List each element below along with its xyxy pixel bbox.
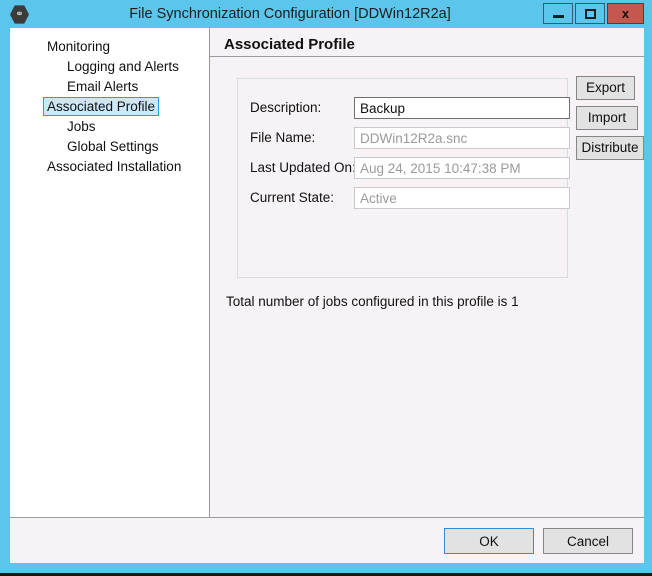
sidebar-item-label: Email Alerts — [67, 79, 139, 94]
title-bar[interactable]: ⚭ File Synchronization Configuration [DD… — [0, 0, 652, 28]
navigation-tree[interactable]: Monitoring Logging and Alerts Email Alerts… — [10, 28, 210, 517]
sidebar-item-jobs[interactable]: Jobs — [10, 116, 209, 136]
minimize-button[interactable] — [543, 3, 573, 24]
sidebar-item-global-settings[interactable]: Global Settings — [10, 136, 209, 156]
sidebar-item-monitoring[interactable]: Monitoring — [10, 36, 209, 56]
sidebar-item-logging-and-alerts[interactable]: Logging and Alerts — [10, 56, 209, 76]
field-label: Last Updated On: — [250, 160, 356, 175]
profile-groupbox: Description: File Name: Last Updated On: Cu… — [237, 78, 570, 278]
footer-bar: OK Cancel — [10, 518, 644, 563]
sidebar-item-associated-installation[interactable]: Associated Installation — [10, 156, 209, 176]
field-label: Description: — [250, 100, 322, 115]
close-icon: x — [621, 6, 630, 21]
maximize-icon — [584, 8, 596, 19]
field-row: File Name: — [250, 127, 570, 149]
minimize-icon — [552, 15, 564, 18]
dialog-window: ⚭ File Synchronization Configuration [DD… — [0, 0, 652, 576]
client-area: Monitoring Logging and Alerts Email Alerts… — [10, 28, 644, 563]
distribute-button[interactable]: Distribute — [576, 136, 644, 160]
sidebar-item-label: Logging and Alerts — [67, 59, 179, 74]
field-input-last-updated-on — [354, 157, 570, 179]
field-row: Description: — [250, 97, 570, 119]
export-button[interactable]: Export — [576, 76, 635, 100]
sidebar-item-label: Associated Profile — [43, 97, 160, 116]
close-button[interactable]: x — [607, 3, 644, 24]
content-pane: Associated Profile Description: File Name… — [210, 28, 644, 517]
sidebar-item-label: Monitoring — [47, 39, 111, 54]
maximize-button[interactable] — [575, 3, 605, 24]
title-divider — [210, 56, 644, 57]
cancel-button[interactable]: Cancel — [543, 528, 633, 554]
import-button[interactable]: Import — [576, 106, 638, 130]
ok-button[interactable]: OK — [444, 528, 534, 554]
app-icon-glyph: ⚭ — [15, 8, 24, 20]
field-label: File Name: — [250, 130, 316, 145]
field-input-current-state — [354, 187, 570, 209]
page-title: Associated Profile — [224, 36, 355, 53]
field-row: Last Updated On: — [250, 157, 570, 179]
app-hex-icon: ⚭ — [10, 5, 29, 24]
sidebar-item-label: Global Settings — [67, 139, 159, 154]
sidebar-item-label: Associated Installation — [47, 159, 182, 174]
sidebar-item-associated-profile[interactable]: Associated Profile — [10, 96, 209, 116]
jobs-count-text: Total number of jobs configured in this … — [226, 294, 519, 309]
field-input-description[interactable] — [354, 97, 570, 119]
field-row: Current State: — [250, 187, 570, 209]
window-title: File Synchronization Configuration [DDWi… — [129, 6, 451, 22]
sidebar-item-email-alerts[interactable]: Email Alerts — [10, 76, 209, 96]
sidebar-item-label: Jobs — [67, 119, 96, 134]
field-label: Current State: — [250, 190, 335, 205]
field-input-file-name — [354, 127, 570, 149]
